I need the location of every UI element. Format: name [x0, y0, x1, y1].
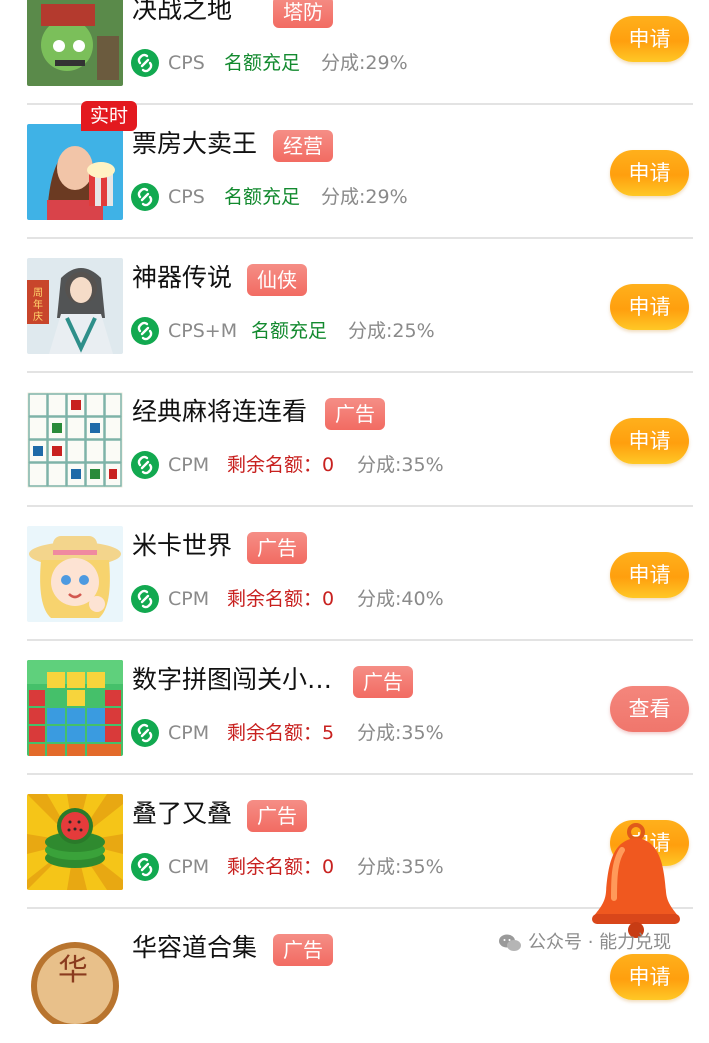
link-icon [131, 853, 159, 881]
revenue-share: 分成:29% [321, 186, 408, 208]
game-thumbnail [27, 526, 123, 622]
link-icon [131, 451, 159, 479]
billing-type: CPM [168, 454, 210, 476]
apply-button[interactable]: 申请 [610, 150, 689, 196]
quota-status: 名额充足 [224, 186, 301, 208]
billing-type: CPS [168, 186, 205, 208]
game-title: 神器传说 [132, 263, 233, 292]
apply-button[interactable]: 申请 [610, 284, 689, 330]
game-title: 决战之地 [132, 0, 233, 24]
link-icon [131, 585, 159, 613]
apply-button[interactable]: 申请 [610, 954, 689, 1000]
billing-type: CPS+M [168, 320, 238, 342]
link-icon [131, 49, 159, 77]
game-title: 华容道合集 [132, 933, 258, 962]
quota-remaining: 剩余名额：0 [227, 588, 335, 610]
list-item[interactable]: 经典麻将连连看 广告 CPM 剩余名额：0 分成:35% 申请 [27, 373, 693, 507]
list-item[interactable]: 实时 决战之地 塔防 CPS 名额充足 分成:29% 申请 [27, 0, 693, 105]
revenue-share: 分成:35% [357, 454, 444, 476]
quota-status: 名额充足 [251, 320, 328, 342]
realtime-badge: 实时 [81, 101, 138, 131]
genre-tag: 经营 [273, 130, 333, 162]
genre-tag: 广告 [353, 666, 413, 698]
watermark-text: 公众号 · 能力兑现 [528, 932, 672, 953]
revenue-share: 分成:35% [357, 722, 444, 744]
list-item[interactable]: 实时 票房大卖王 经营 CPS 名额充足 分成:29% 申请 [27, 101, 693, 239]
quota-remaining: 剩余名额：0 [227, 454, 335, 476]
game-thumbnail: 华 [27, 928, 123, 1024]
link-icon [131, 183, 159, 211]
game-title: 数字拼图闯关小… [132, 665, 333, 694]
genre-tag: 广告 [325, 398, 385, 430]
genre-tag: 广告 [247, 532, 307, 564]
svg-text:年: 年 [33, 298, 43, 311]
link-icon [131, 317, 159, 345]
game-thumbnail: 周 年 庆 [27, 258, 123, 354]
genre-tag: 仙侠 [247, 264, 307, 296]
list-item[interactable]: 周 年 庆 神器传说 仙侠 CPS+M 名额充足 分成:25% 申请 [27, 239, 693, 373]
game-thumbnail [27, 392, 123, 488]
billing-type: CPS [168, 52, 205, 74]
genre-tag: 广告 [273, 934, 333, 966]
quota-remaining: 剩余名额：5 [227, 722, 335, 744]
apply-button[interactable]: 申请 [610, 552, 689, 598]
wechat-icon [498, 933, 522, 953]
anniversary-text: 周 [33, 287, 43, 299]
watermark: 公众号 · 能力兑现 [498, 928, 671, 958]
game-thumbnail [27, 660, 123, 756]
game-title: 米卡世界 [132, 531, 233, 560]
view-button[interactable]: 查看 [610, 686, 689, 732]
apply-button[interactable]: 申请 [610, 418, 689, 464]
link-icon [131, 719, 159, 747]
billing-type: CPM [168, 588, 210, 610]
game-thumbnail [27, 794, 123, 890]
revenue-share: 分成:40% [357, 588, 444, 610]
bell-icon[interactable] [588, 822, 684, 938]
revenue-share: 分成:35% [357, 856, 444, 878]
svg-text:庆: 庆 [33, 310, 43, 323]
apply-button[interactable]: 申请 [610, 16, 689, 62]
genre-tag: 广告 [247, 800, 307, 832]
game-title: 票房大卖王 [132, 129, 258, 158]
billing-type: CPM [168, 856, 210, 878]
revenue-share: 分成:25% [348, 320, 435, 342]
game-thumbnail [27, 124, 123, 220]
revenue-share: 分成:29% [321, 52, 408, 74]
billing-type: CPM [168, 722, 210, 744]
quota-status: 名额充足 [224, 52, 301, 74]
list-item[interactable]: 数字拼图闯关小… 广告 CPM 剩余名额：5 分成:35% 查看 [27, 641, 693, 775]
game-title: 叠了又叠 [132, 799, 233, 828]
list-item[interactable]: 米卡世界 广告 CPM 剩余名额：0 分成:40% 申请 [27, 507, 693, 641]
genre-tag: 塔防 [273, 0, 333, 28]
game-title: 经典麻将连连看 [132, 397, 308, 426]
game-thumbnail [27, 0, 123, 86]
quota-remaining: 剩余名额：0 [227, 856, 335, 878]
